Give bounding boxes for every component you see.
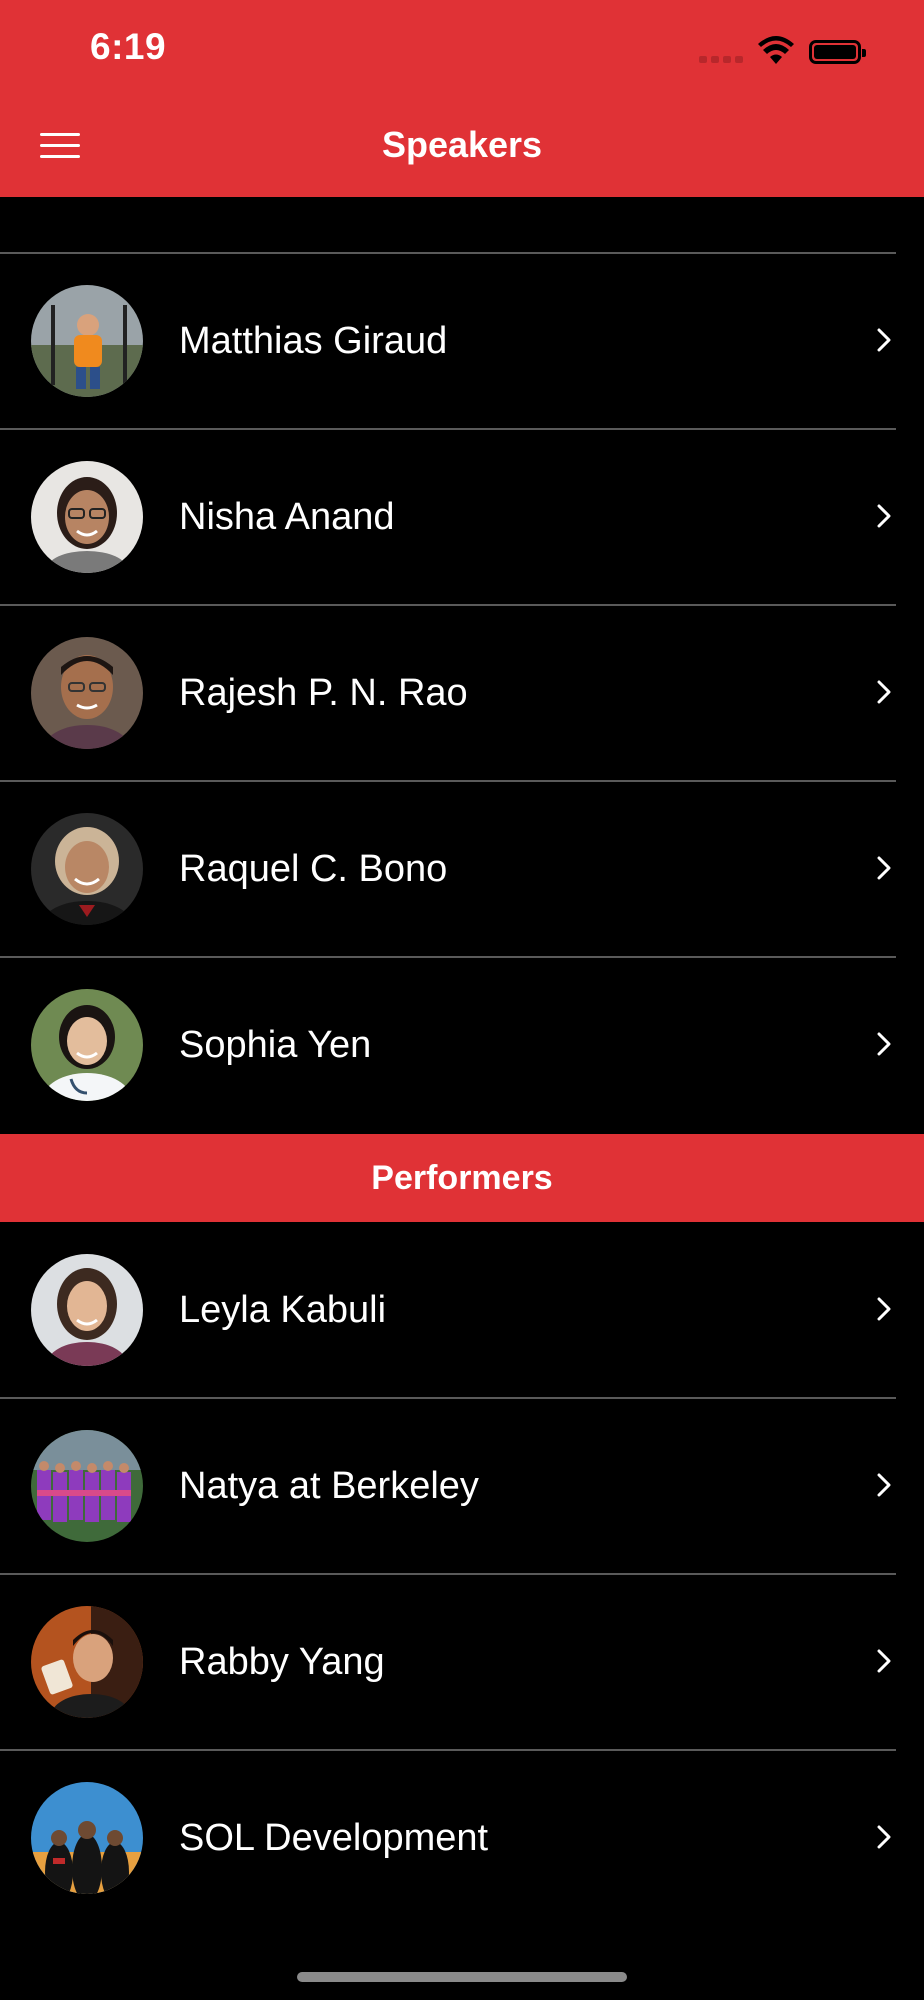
avatar [31, 813, 143, 925]
avatar [31, 285, 143, 397]
avatar [31, 1782, 143, 1894]
battery-icon [809, 40, 866, 64]
avatar [31, 1430, 143, 1542]
speaker-name: Rajesh P. N. Rao [179, 672, 468, 714]
status-icons [699, 36, 879, 66]
avatar [31, 461, 143, 573]
avatar [31, 1254, 143, 1366]
home-indicator[interactable] [297, 1972, 627, 1982]
chevron-right-icon [877, 1032, 891, 1056]
chevron-right-icon [877, 1473, 891, 1497]
list-item-speaker[interactable]: Sophia Yen [0, 957, 924, 1133]
wifi-icon [758, 36, 794, 64]
list-item-speaker[interactable]: Matthias Giraud [0, 253, 924, 429]
chevron-right-icon [877, 504, 891, 528]
chevron-right-icon [877, 680, 891, 704]
page-title: Speakers [381, 124, 543, 165]
list-item-performer[interactable]: Rabby Yang [0, 1574, 924, 1750]
list-item-speaker[interactable]: Nisha Anand [0, 429, 924, 605]
avatar [31, 637, 143, 749]
performer-name: Natya at Berkeley [179, 1465, 479, 1507]
chevron-right-icon [877, 1825, 891, 1849]
speaker-name: Raquel C. Bono [179, 848, 448, 890]
section-header-performers: Performers [0, 1134, 924, 1222]
performer-name: Leyla Kabuli [179, 1289, 387, 1331]
performer-name: Rabby Yang [179, 1641, 385, 1683]
signal-icon [699, 56, 743, 63]
chevron-right-icon [877, 1649, 891, 1673]
avatar [31, 1606, 143, 1718]
speaker-name: Nisha Anand [179, 496, 395, 538]
list-item-performer[interactable]: Leyla Kabuli [0, 1222, 924, 1398]
chevron-right-icon [877, 328, 891, 352]
list-item-performer[interactable]: Natya at Berkeley [0, 1398, 924, 1574]
chevron-right-icon [877, 856, 891, 880]
list-item-speaker[interactable]: Rajesh P. N. Rao [0, 605, 924, 781]
list-item-performer[interactable]: SOL Development [0, 1750, 924, 1926]
performer-name: SOL Development [179, 1817, 489, 1859]
speaker-name: Sophia Yen [179, 1024, 372, 1066]
navigation-bar: 6:19 Speakers [0, 0, 924, 197]
speaker-name: Matthias Giraud [179, 320, 448, 362]
list-item-speaker[interactable]: Raquel C. Bono [0, 781, 924, 957]
avatar [31, 989, 143, 1101]
status-time: 6:19 [90, 26, 167, 67]
chevron-right-icon [877, 1297, 891, 1321]
